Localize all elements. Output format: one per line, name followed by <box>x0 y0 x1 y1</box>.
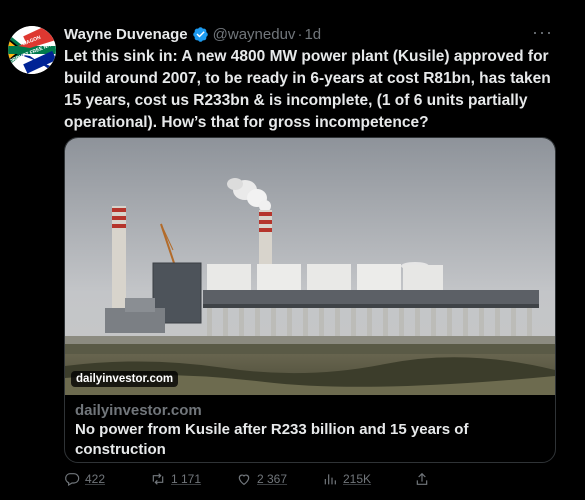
tweet-actions: 422 1 171 2 367 215K <box>64 471 464 491</box>
card-title[interactable]: No power from Kusile after R233 billion … <box>75 420 545 460</box>
retweet-count: 1 171 <box>171 472 202 486</box>
card-domain: dailyinvestor.com <box>75 402 202 419</box>
tweet-timestamp[interactable]: 1d <box>304 26 321 43</box>
avatar[interactable]: WAGON CORRUPT FREE NATION <box>8 26 56 74</box>
reply-count: 422 <box>85 472 106 486</box>
heart-icon <box>238 474 250 486</box>
views-count: 215K <box>343 472 372 486</box>
share-icon <box>416 472 428 485</box>
author-handle[interactable]: @wayneduv <box>213 26 296 43</box>
bar-chart-icon <box>324 474 336 485</box>
more-options-icon[interactable]: ··· <box>532 23 553 41</box>
author-display-name[interactable]: Wayne Duvenage <box>64 26 188 43</box>
retweet-button[interactable]: 1 171 <box>150 471 201 487</box>
share-button[interactable] <box>414 471 435 487</box>
card-image-domain-badge: dailyinvestor.com <box>71 371 179 387</box>
avatar-image: WAGON CORRUPT FREE NATION <box>8 26 56 74</box>
reply-icon <box>65 473 80 487</box>
tweet-header: Wayne Duvenage @wayneduv · 1d ··· <box>64 23 575 45</box>
separator-dot: · <box>297 25 303 43</box>
reply-button[interactable]: 422 <box>64 471 105 487</box>
card-image <box>65 138 555 395</box>
link-card[interactable]: dailyinvestor.com dailyinvestor.com No p… <box>64 137 556 463</box>
views-button[interactable]: 215K <box>322 471 371 487</box>
retweet-icon <box>152 473 164 485</box>
tweet-text: Let this sink in: A new 4800 MW power pl… <box>64 48 551 131</box>
verified-badge-icon[interactable] <box>192 26 209 43</box>
like-button[interactable]: 2 367 <box>236 471 287 487</box>
like-count: 2 367 <box>257 472 288 486</box>
